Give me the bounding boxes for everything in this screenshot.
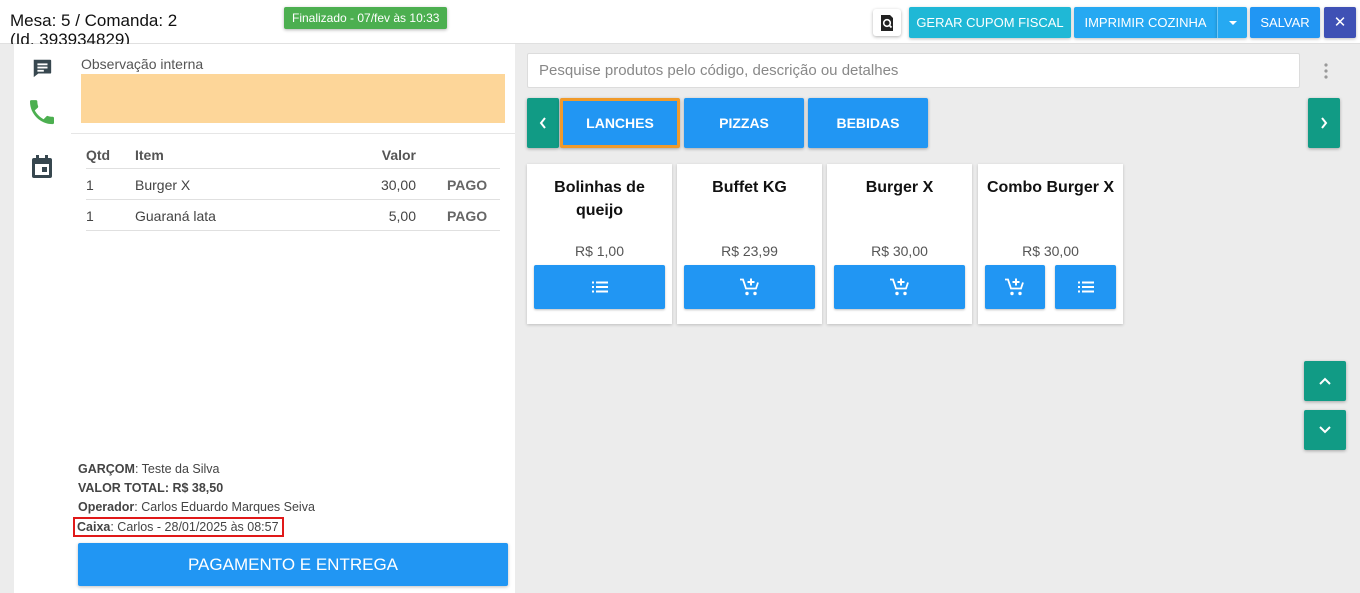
waiter-label: GARÇOM — [78, 462, 135, 476]
product-card[interactable]: Buffet KG R$ 23,99 — [677, 164, 822, 324]
top-header: Mesa: 5 / Comanda: 2 (Id. 393934829) Fin… — [0, 0, 1360, 49]
order-items-table: Qtd Item Valor 1 Burger X 30,00 PAGO 1 G… — [86, 140, 500, 231]
list-icon — [591, 281, 608, 293]
row-valor: 5,00 — [388, 208, 416, 224]
product-details-button[interactable] — [534, 265, 665, 309]
product-name: Bolinhas de queijo — [554, 179, 645, 219]
save-button[interactable]: SALVAR — [1250, 7, 1320, 38]
table-row[interactable]: 1 Guaraná lata 5,00 PAGO — [86, 200, 500, 231]
order-summary: GARÇOM: Teste da Silva VALOR TOTAL: R$ 3… — [73, 460, 315, 537]
internal-note-label: Observação interna — [81, 56, 204, 72]
add-to-cart-button[interactable] — [985, 265, 1045, 309]
products-area: LANCHES PIZZAS BEBIDAS Bolinhas de queij… — [515, 44, 1360, 593]
side-rail — [14, 44, 71, 593]
cashier-value: : Carlos - 28/01/2025 às 08:57 — [110, 520, 279, 534]
cashier-line-wrapper: Caixa: Carlos - 28/01/2025 às 08:57 — [73, 517, 315, 537]
more-vert-icon[interactable] — [1321, 61, 1331, 81]
order-panel: Observação interna Qtd Item Valor 1 Burg… — [71, 44, 515, 593]
chevron-up-icon — [1319, 377, 1331, 385]
print-kitchen-button[interactable]: IMPRIMIR COZINHA — [1074, 7, 1217, 38]
product-price: R$ 30,00 — [1022, 243, 1079, 259]
row-status: PAGO — [447, 208, 488, 224]
generate-fiscal-coupon-button[interactable]: GERAR CUPOM FISCAL — [909, 7, 1071, 38]
total-line: VALOR TOTAL: R$ 38,50 — [78, 479, 315, 498]
product-card[interactable]: Combo Burger X R$ 30,00 — [978, 164, 1123, 324]
scroll-up-button[interactable] — [1304, 361, 1346, 401]
category-tab-lanches[interactable]: LANCHES — [560, 98, 680, 148]
product-name: Buffet KG — [712, 179, 787, 196]
categories-prev-button[interactable] — [527, 98, 559, 148]
chat-icon[interactable] — [31, 57, 53, 79]
category-tab-pizzas[interactable]: PIZZAS — [684, 98, 804, 148]
categories-next-button[interactable] — [1308, 98, 1340, 148]
calendar-icon[interactable] — [31, 155, 53, 179]
caret-down-icon — [1228, 20, 1237, 25]
add-to-cart-button[interactable] — [834, 265, 965, 309]
chevron-down-icon — [1319, 426, 1331, 434]
product-price: R$ 1,00 — [574, 243, 625, 259]
table-order-label: Mesa: 5 / Comanda: 2 — [10, 11, 178, 30]
status-badge: Finalizado - 07/fev às 10:33 — [284, 7, 448, 29]
add-cart-icon — [889, 278, 909, 296]
product-price: R$ 23,99 — [721, 243, 778, 259]
scroll-down-button[interactable] — [1304, 410, 1346, 450]
receipt-search-button[interactable] — [873, 9, 901, 36]
header-item: Item — [135, 147, 164, 163]
table-header: Qtd Item Valor — [86, 140, 500, 169]
payment-delivery-button[interactable]: PAGAMENTO E ENTREGA — [78, 543, 508, 586]
row-qtd: 1 — [86, 177, 94, 193]
waiter-line: GARÇOM: Teste da Silva — [78, 460, 315, 479]
product-search-input[interactable] — [528, 54, 1299, 87]
row-item: Guaraná lata — [135, 208, 216, 224]
total-label: VALOR TOTAL — [78, 481, 165, 495]
operator-label: Operador — [78, 500, 135, 514]
total-value: : R$ 38,50 — [164, 481, 224, 495]
add-cart-icon — [1005, 278, 1024, 296]
row-qtd: 1 — [86, 208, 94, 224]
left-gutter — [0, 44, 14, 593]
row-status: PAGO — [447, 177, 488, 193]
internal-note-field[interactable] — [81, 74, 505, 123]
print-kitchen-dropdown-button[interactable] — [1217, 7, 1247, 38]
product-name: Combo Burger X — [986, 179, 1115, 196]
cashier-line-highlight: Caixa: Carlos - 28/01/2025 às 08:57 — [73, 517, 284, 537]
product-name: Burger X — [865, 179, 934, 196]
phone-icon[interactable] — [26, 96, 58, 128]
list-icon — [1077, 281, 1094, 293]
row-item: Burger X — [135, 177, 191, 193]
product-details-button[interactable] — [1055, 265, 1116, 309]
product-card[interactable]: Burger X R$ 30,00 — [827, 164, 972, 324]
operator-line: Operador: Carlos Eduardo Marques Seiva — [78, 498, 315, 517]
category-tab-bebidas[interactable]: BEBIDAS — [808, 98, 928, 148]
product-price: R$ 30,00 — [871, 243, 928, 259]
chevron-right-icon — [1321, 117, 1328, 129]
header-qtd: Qtd — [86, 147, 111, 163]
table-row[interactable]: 1 Burger X 30,00 PAGO — [86, 169, 500, 200]
product-card[interactable]: Bolinhas de queijo R$ 1,00 — [527, 164, 672, 324]
divider — [71, 133, 515, 134]
operator-value: : Carlos Eduardo Marques Seiva — [134, 500, 315, 514]
header-valor: Valor — [381, 147, 416, 163]
waiter-value: : Teste da Silva — [134, 462, 220, 476]
add-to-cart-button[interactable] — [684, 265, 815, 309]
product-search-box — [527, 53, 1300, 88]
row-valor: 30,00 — [380, 177, 416, 193]
cashier-label: Caixa — [77, 520, 111, 534]
close-button[interactable]: ✕ — [1324, 7, 1356, 38]
chevron-left-icon — [539, 117, 546, 129]
add-cart-icon — [739, 278, 759, 296]
receipt-search-icon — [881, 14, 893, 31]
